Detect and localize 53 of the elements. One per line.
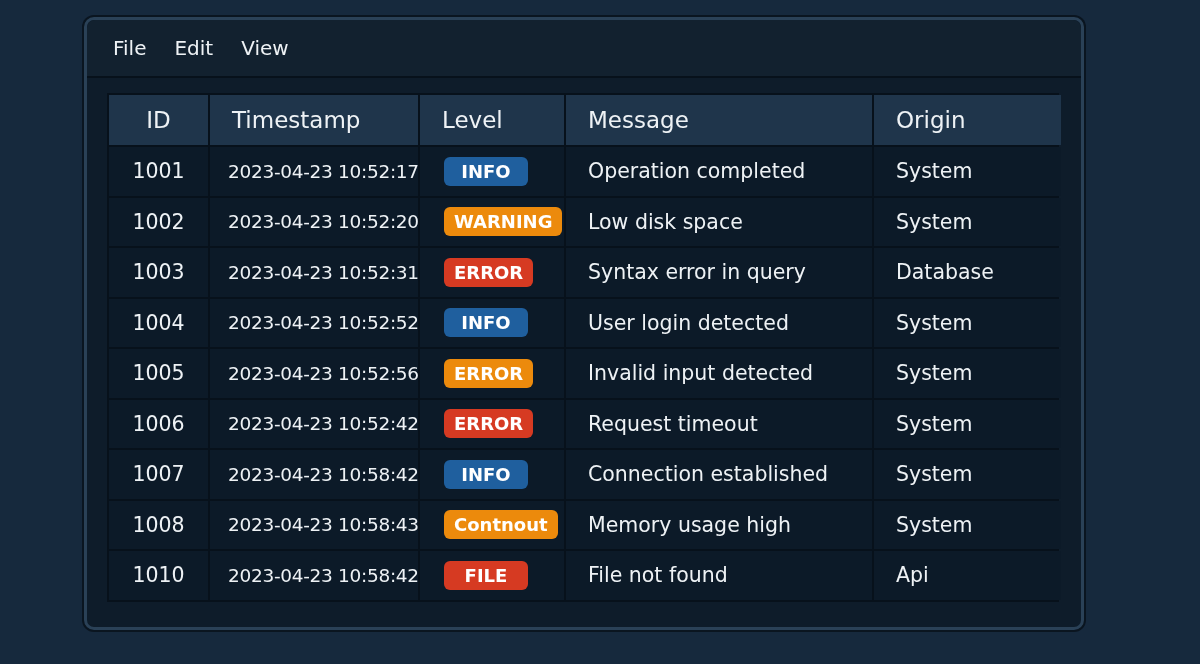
id-cell: 1007 [109,450,208,499]
timestamp-cell: 2023-04-23 10:58:42 [210,450,418,499]
level-badge: ERROR [444,257,534,287]
origin-cell: System [874,147,1061,196]
timestamp-cell: 2023-04-23 10:52:31 [210,248,418,297]
timestamp-cell: 2023-04-23 10:52:52 [210,298,418,347]
menu-item[interactable]: File [113,36,147,60]
origin-cell: Database [874,248,1061,297]
level-badge: INFO [444,308,528,338]
level-badge: INFO [444,459,528,489]
id-cell: 1002 [109,197,208,246]
message-cell: Syntax error in query [566,248,872,297]
message-cell: Connection established [566,450,872,499]
column-header[interactable]: Origin [874,95,1061,145]
origin-cell: Api [874,551,1061,600]
message-cell: Request timeout [566,399,872,448]
message-cell: Invalid input detected [566,349,872,398]
level-badge: Contnout [444,510,558,540]
message-cell: File not found [566,551,872,600]
message-cell: Operation completed [566,147,872,196]
id-cell: 1004 [109,298,208,347]
level-badge: ERROR [444,358,534,388]
origin-cell: System [874,349,1061,398]
message-cell: User login detected [566,298,872,347]
message-cell: Memory usage high [566,500,872,549]
id-cell: 1001 [109,147,208,196]
id-cell: 1006 [109,399,208,448]
origin-cell: System [874,399,1061,448]
column-header[interactable]: ID [109,95,208,145]
level-badge: WARNING [444,207,563,237]
origin-cell: System [874,500,1061,549]
level-badge: FILE [444,560,528,590]
id-cell: 1008 [109,500,208,549]
timestamp-cell: 2023-04-23 10:58:42 [210,551,418,600]
origin-cell: System [874,450,1061,499]
id-cell: 1010 [109,551,208,600]
id-cell: 1005 [109,349,208,398]
level-badge: INFO [444,156,528,186]
column-header[interactable]: Level [420,95,564,145]
message-cell: Low disk space [566,197,872,246]
column-header[interactable]: Message [566,95,872,145]
timestamp-cell: 2023-04-23 10:52:17 [210,147,418,196]
timestamp-cell: 2023-04-23 10:58:43 [210,500,418,549]
column-header[interactable]: Timestamp [210,95,418,145]
menu-item[interactable]: Edit [174,36,214,60]
menu-item[interactable]: View [241,36,289,60]
timestamp-cell: 2023-04-23 10:52:20 [210,197,418,246]
timestamp-cell: 2023-04-23 10:52:42 [210,399,418,448]
id-cell: 1003 [109,248,208,297]
origin-cell: System [874,197,1061,246]
level-badge: ERROR [444,409,534,439]
origin-cell: System [874,298,1061,347]
timestamp-cell: 2023-04-23 10:52:56 [210,349,418,398]
